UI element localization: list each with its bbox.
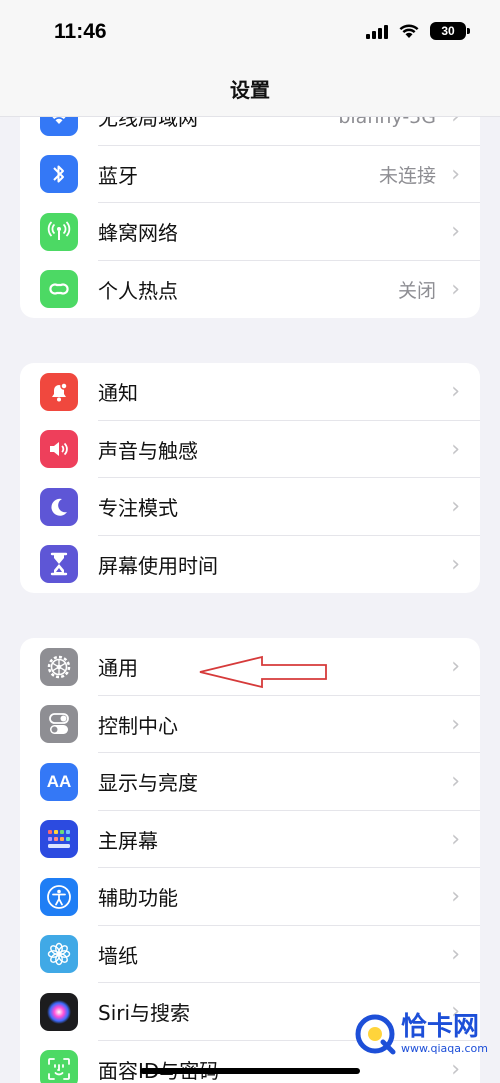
row-home-screen[interactable]: 主屏幕 › — [20, 811, 480, 868]
row-label: 专注模式 — [98, 496, 178, 521]
row-accessibility[interactable]: 辅助功能 › — [20, 868, 480, 926]
row-label: 屏幕使用时间 — [98, 553, 218, 578]
home-indicator — [140, 1068, 360, 1074]
watermark-logo: 恰卡网 www.qiaqa.com — [353, 1012, 488, 1056]
chevron-right-icon: › — [451, 276, 460, 302]
chevron-right-icon: › — [451, 1056, 460, 1082]
row-label: 通用 — [98, 656, 138, 681]
row-label: 辅助功能 — [98, 886, 178, 911]
gear-icon — [40, 647, 78, 686]
settings-screen: 11:46 30 设置 无线局域网 bianny-5G › — [0, 0, 500, 1083]
row-label: 个人热点 — [98, 278, 178, 303]
battery-icon: 30 — [430, 22, 470, 40]
chevron-right-icon: › — [451, 161, 460, 187]
hotspot-link-icon — [40, 270, 78, 309]
speaker-icon — [40, 430, 78, 469]
row-wallpaper[interactable]: 墙纸 › — [20, 926, 480, 983]
chevron-right-icon: › — [451, 219, 460, 245]
cellular-signal-icon — [366, 23, 388, 39]
status-time: 11:46 — [54, 20, 107, 43]
chevron-right-icon: › — [451, 494, 460, 520]
row-notifications[interactable]: 通知 › — [20, 363, 480, 421]
row-display-brightness[interactable]: AA 显示与亮度 › — [20, 753, 480, 811]
hourglass-icon — [40, 545, 78, 584]
siri-icon — [40, 992, 78, 1031]
row-hotspot[interactable]: 个人热点 关闭 › — [20, 261, 480, 319]
text-size-icon: AA — [40, 762, 78, 801]
row-screen-time[interactable]: 屏幕使用时间 › — [20, 536, 480, 594]
row-label: 声音与触感 — [98, 438, 198, 463]
connectivity-group: 无线局域网 bianny-5G › 蓝牙 未连接 › 蜂窝网络 › — [20, 88, 480, 318]
row-focus[interactable]: 专注模式 › — [20, 478, 480, 536]
chevron-right-icon: › — [451, 654, 460, 680]
moon-icon — [40, 487, 78, 526]
status-icons: 30 — [366, 22, 470, 40]
row-label: 控制中心 — [98, 713, 178, 738]
chevron-right-icon: › — [451, 436, 460, 462]
row-label: 墙纸 — [98, 943, 138, 968]
notifications-group: 通知 › 声音与触感 › 专注模式 › 屏幕使用时间 › — [20, 363, 480, 593]
chevron-right-icon: › — [451, 941, 460, 967]
chevron-right-icon: › — [451, 379, 460, 405]
row-label: 蓝牙 — [98, 163, 138, 188]
toggles-icon — [40, 705, 78, 744]
row-bluetooth[interactable]: 蓝牙 未连接 › — [20, 146, 480, 203]
row-sounds[interactable]: 声音与触感 › — [20, 421, 480, 478]
wifi-status-icon — [399, 24, 419, 38]
row-label: Siri与搜索 — [98, 1001, 191, 1026]
watermark-text-block: 恰卡网 www.qiaqa.com — [401, 1014, 488, 1055]
watermark-text: 恰卡网 — [401, 1011, 480, 1042]
bluetooth-icon — [40, 155, 78, 194]
annotation-arrow — [199, 655, 327, 689]
row-cellular[interactable]: 蜂窝网络 › — [20, 203, 480, 261]
app-grid-icon — [40, 820, 78, 859]
status-and-nav-bar: 11:46 30 设置 — [0, 0, 500, 117]
watermark-url: www.qiaqa.com — [401, 1041, 488, 1055]
row-label: 蜂窝网络 — [98, 221, 178, 246]
notification-bell-icon — [40, 372, 78, 411]
row-label: 显示与亮度 — [98, 771, 198, 796]
chevron-right-icon: › — [451, 826, 460, 852]
watermark-q-icon — [355, 1014, 396, 1055]
row-value: 关闭 — [397, 279, 436, 302]
row-label: 主屏幕 — [98, 828, 158, 853]
flower-icon — [40, 935, 78, 974]
chevron-right-icon: › — [451, 884, 460, 910]
chevron-right-icon: › — [451, 711, 460, 737]
row-value: 未连接 — [378, 164, 436, 187]
antenna-icon — [40, 212, 78, 251]
chevron-right-icon: › — [451, 551, 460, 577]
accessibility-icon — [40, 877, 78, 916]
chevron-right-icon: › — [451, 769, 460, 795]
page-title: 设置 — [230, 78, 270, 102]
row-label: 通知 — [98, 381, 138, 406]
row-control-center[interactable]: 控制中心 › — [20, 696, 480, 753]
face-id-icon — [40, 1050, 78, 1083]
